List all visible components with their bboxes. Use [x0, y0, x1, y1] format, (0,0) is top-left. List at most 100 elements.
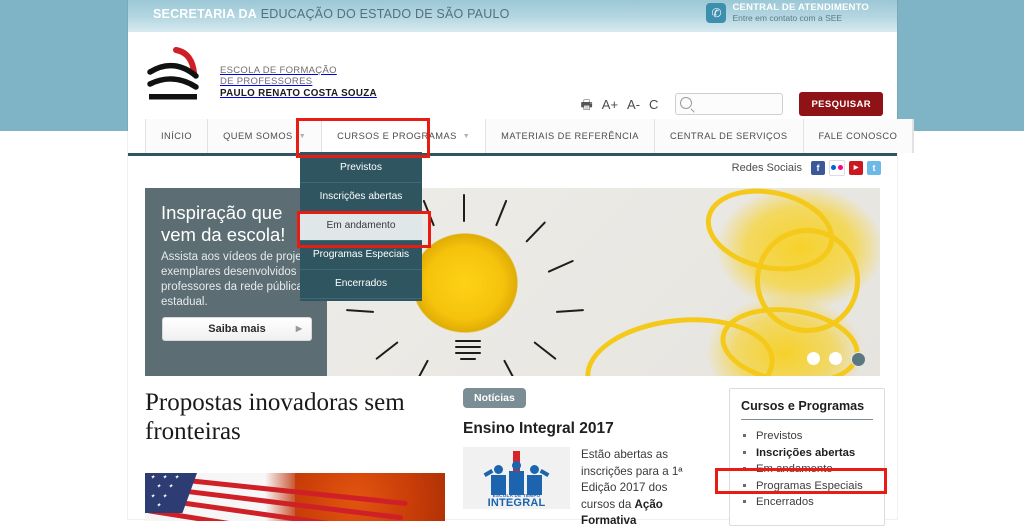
dropdown-item-em-andamento[interactable]: Em andamento — [300, 212, 422, 241]
hero-heading: Inspiração que vem da escola! — [161, 202, 286, 245]
youtube-icon[interactable]: ▶ — [849, 161, 863, 175]
sidebar-item-em-andamento[interactable]: Em andamento — [756, 461, 873, 478]
carousel-dot-1[interactable] — [807, 352, 820, 365]
cursos-dropdown-menu: Previstos Inscrições abertas Em andament… — [300, 152, 422, 301]
sidebar-heading: Cursos e Programas — [741, 399, 873, 420]
nav-filler — [913, 119, 915, 153]
flag-star: ✦ — [156, 503, 162, 509]
dropdown-item-inscricoes-abertas[interactable]: Inscrições abertas — [300, 183, 422, 212]
logo-line-2: DE PROFESSORES — [220, 76, 313, 87]
carousel-pagination — [807, 352, 866, 367]
news-body: ESCOLA DE TEMPO INTEGRAL Estão abertas a… — [463, 447, 698, 530]
main-navigation: INÍCIO QUEM SOMOS ▼ CURSOS E PROGRAMAS ▼… — [128, 119, 915, 156]
carousel-dot-2[interactable] — [829, 352, 842, 365]
government-bar-title-rest: EDUCAÇÃO DO ESTADO DE SÃO PAULO — [260, 7, 510, 21]
featured-article-heading: Propostas inovadoras sem fronteiras — [145, 389, 405, 445]
figure-head — [494, 465, 503, 474]
chevron-right-icon: ▶ — [295, 324, 302, 333]
news-thumbnail[interactable]: ESCOLA DE TEMPO INTEGRAL — [463, 447, 570, 509]
ray-decoration — [345, 309, 375, 313]
flag-star: ✦ — [162, 475, 168, 481]
support-subtitle: Entre em contato com a SEE — [732, 12, 843, 23]
search-submit-button[interactable]: PESQUISAR — [799, 92, 883, 116]
figure-head — [512, 461, 521, 470]
sidebar-cursos-e-programas: Cursos e Programas Previstos Inscrições … — [729, 388, 885, 526]
logo-line-1: ESCOLA DE FORMAÇÃO — [220, 64, 337, 76]
figure-body — [509, 471, 524, 495]
hero-cta-label: Saiba mais — [208, 323, 266, 335]
ray-decoration — [495, 199, 508, 227]
dropdown-item-label: Inscrições abertas — [319, 191, 403, 202]
support-text: CENTRAL DE ATENDIMENTO Entre em contato … — [732, 2, 869, 24]
sidebar-item-previstos[interactable]: Previstos — [756, 428, 873, 445]
flag-star: ✦ — [150, 494, 156, 500]
flickr-icon[interactable] — [829, 160, 845, 176]
dropdown-item-encerrados[interactable]: Encerrados — [300, 270, 422, 299]
figure-body — [491, 475, 506, 495]
flag-star: ✦ — [174, 475, 180, 481]
support-link[interactable]: ✆ CENTRAL DE ATENDIMENTO Entre em contat… — [706, 2, 869, 24]
site-logo[interactable]: ESCOLA DE FORMAÇÃO DE PROFESSORES PAULO … — [146, 42, 377, 104]
twitter-icon[interactable]: t — [867, 161, 881, 175]
nav-item-inicio[interactable]: INÍCIO — [145, 119, 209, 153]
nav-item-label: QUEM SOMOS — [223, 131, 293, 141]
ray-decoration — [463, 194, 465, 222]
sidebar-item-inscricoes-abertas[interactable]: Inscrições abertas — [756, 445, 873, 462]
nav-item-label: CENTRAL DE SERVIÇOS — [669, 131, 788, 141]
nav-item-cursos-e-programas[interactable]: CURSOS E PROGRAMAS ▼ — [322, 119, 487, 153]
government-bar: SECRETARIA DA EDUCAÇÃO DO ESTADO DE SÃO … — [128, 0, 897, 32]
chevron-down-icon: ▼ — [462, 132, 471, 140]
dropdown-item-previstos[interactable]: Previstos — [300, 154, 422, 183]
printer-icon[interactable]: 🖶 — [581, 98, 593, 111]
search-wrapper — [675, 93, 784, 115]
dropdown-item-programas-especiais[interactable]: Programas Especiais — [300, 241, 422, 270]
logo-line-3: PAULO RENATO COSTA SOUZA — [220, 87, 377, 99]
nav-item-fale-conosco[interactable]: FALE CONOSCO — [803, 119, 914, 153]
figure-body — [527, 475, 542, 495]
government-bar-title-strong: SECRETARIA DA — [153, 7, 257, 21]
featured-article-column: Propostas inovadoras sem fronteiras ✦ ✦ … — [145, 388, 445, 521]
dropdown-item-label: Em andamento — [326, 220, 396, 231]
flag-star: ✦ — [150, 475, 156, 481]
hero-cta-button[interactable]: Saiba mais ▶ — [162, 317, 312, 341]
decrease-font-button[interactable]: A- — [627, 97, 640, 112]
dropdown-item-label: Programas Especiais — [312, 249, 410, 260]
flag-canton: ✦ ✦ ✦ ✦ ✦ ✦ ✦ ✦ — [145, 473, 197, 513]
site-container: SECRETARIA DA EDUCAÇÃO DO ESTADO DE SÃO … — [128, 0, 915, 527]
nav-item-label: INÍCIO — [161, 131, 193, 141]
ray-decoration — [414, 359, 429, 376]
flag-star: ✦ — [168, 484, 174, 490]
ray-decoration — [503, 359, 518, 376]
sidebar-item-label: Programas Especiais — [756, 479, 863, 492]
increase-font-button[interactable]: A+ — [602, 97, 618, 112]
carousel-dot-3[interactable] — [851, 352, 866, 367]
hero-paragraph: Assista aos vídeos de projetos exemplare… — [161, 251, 317, 308]
flag-star: ✦ — [162, 494, 168, 500]
lightbulb-base-icon — [455, 340, 481, 362]
nav-item-central-de-servicos[interactable]: CENTRAL DE SERVIÇOS — [654, 119, 804, 153]
sidebar-item-programas-especiais[interactable]: Programas Especiais — [756, 478, 873, 495]
facebook-icon[interactable]: f — [811, 161, 825, 175]
sidebar-item-label: Em andamento — [756, 463, 833, 475]
ray-decoration — [422, 199, 435, 227]
nav-item-quem-somos[interactable]: QUEM SOMOS ▼ — [208, 119, 323, 153]
nav-item-materiais-de-referencia[interactable]: MATERIAIS DE REFERÊNCIA — [486, 119, 655, 153]
news-heading[interactable]: Ensino Integral 2017 — [463, 420, 698, 438]
sidebar-list: Previstos Inscrições abertas Em andament… — [741, 428, 873, 511]
news-column: Notícias Ensino Integral 2017 ESCOLA DE … — [463, 388, 698, 530]
search-icon — [680, 97, 693, 109]
flag-star: ✦ — [156, 484, 162, 490]
sidebar-item-label: Previstos — [756, 430, 803, 442]
government-bar-title: SECRETARIA DA EDUCAÇÃO DO ESTADO DE SÃO … — [153, 7, 510, 21]
accessibility-toolbar: 🖶 A+ A- C PESQUISAR — [581, 92, 883, 116]
news-excerpt: Estão abertas as inscrições para a 1ª Ed… — [581, 447, 698, 530]
social-label: Redes Sociais — [731, 162, 802, 174]
ray-decoration — [533, 341, 557, 361]
dropdown-item-label: Previstos — [340, 162, 382, 173]
ray-decoration — [555, 309, 585, 313]
hero-carousel: Inspiração que vem da escola! Assista ao… — [145, 188, 880, 376]
featured-article-image[interactable]: ✦ ✦ ✦ ✦ ✦ ✦ ✦ ✦ — [145, 473, 445, 521]
contrast-button[interactable]: C — [649, 97, 658, 112]
nav-item-label: CURSOS E PROGRAMAS — [337, 131, 457, 141]
sidebar-item-encerrados[interactable]: Encerrados — [756, 494, 873, 511]
